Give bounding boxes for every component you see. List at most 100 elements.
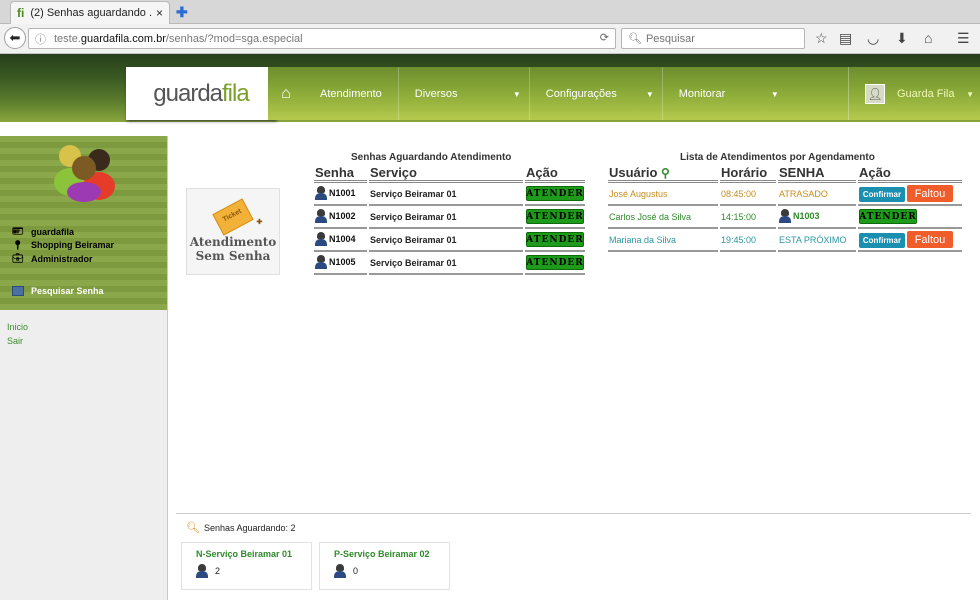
reload-icon[interactable]: ⟳	[600, 31, 609, 44]
table-row: Mariana da Silva 19:45:00 ESTA PRÓXIMO Conf…	[608, 229, 962, 252]
menu-configuracoes[interactable]: Configurações ▼	[530, 67, 663, 120]
servico-cell: Serviço Beiramar 01	[369, 206, 523, 229]
url-domain: guardafila.com.br	[80, 32, 166, 45]
reading-list-icon[interactable]: ▤	[839, 30, 852, 47]
menu-diversos[interactable]: Diversos ▼	[399, 67, 530, 120]
atender-button[interactable]: ATENDER	[526, 255, 584, 270]
briefcase-icon: 💼︎	[12, 253, 24, 264]
pesquisar-senha-link[interactable]: Pesquisar Senha	[12, 286, 104, 296]
chevron-down-icon: ▼	[645, 90, 654, 99]
browser-search[interactable]: 🔍︎	[621, 28, 805, 49]
person-icon	[779, 208, 791, 223]
atendimento-sem-senha-button[interactable]: Ticket ✚ Atendimento Sem Senha	[186, 188, 280, 275]
link-sair[interactable]: Sair	[7, 334, 160, 348]
menu-atendimento[interactable]: Atendimento	[304, 67, 399, 120]
person-icon	[315, 231, 327, 246]
sidebar-role: Administrador	[31, 253, 93, 264]
plus-icon: ✚	[256, 219, 263, 227]
tab-title: (2) Senhas aguardando ...	[30, 7, 152, 19]
magnifier-icon: 🔍︎	[186, 522, 200, 534]
id-card-icon: 🪪︎	[12, 226, 24, 237]
chevron-down-icon: ▼	[770, 90, 779, 99]
back-button[interactable]: ⬅	[4, 27, 26, 49]
person-icon	[315, 254, 327, 269]
person-icon	[334, 564, 346, 578]
search-icon: 🔍︎	[628, 33, 642, 45]
avatar: 👤︎	[865, 83, 885, 104]
sidebar-location: Shopping Beiramar	[31, 240, 115, 251]
waiting-table: Senha Serviço Ação N1001 Serviço Beiramar…	[312, 165, 587, 275]
url-path: /senhas/?mod=sga.especial	[165, 32, 303, 45]
browser-tab[interactable]: fi (2) Senhas aguardando ... ×	[10, 1, 170, 24]
download-icon[interactable]: ⬇	[896, 30, 908, 47]
info-icon[interactable]: ⓘ	[35, 31, 46, 47]
table-row: Carlos José da Silva 14:15:00 N1003 ATENDER	[608, 206, 962, 229]
person-icon	[315, 208, 327, 223]
table-row: N1005 Serviço Beiramar 01 ATENDER	[314, 252, 585, 275]
ticket-icon: Ticket ✚	[212, 198, 263, 236]
location-icon: 📍︎	[12, 239, 24, 250]
browser-search-input[interactable]	[645, 32, 796, 45]
close-tab-icon[interactable]: ×	[156, 6, 163, 20]
link-inicio[interactable]: Inicio	[7, 320, 160, 334]
servico-cell: Serviço Beiramar 01	[369, 252, 523, 275]
table-row: N1002 Serviço Beiramar 01 ATENDER	[314, 206, 585, 229]
person-icon	[315, 185, 327, 200]
faltou-button[interactable]: Faltou	[907, 185, 953, 202]
waiting-title: Senhas Aguardando Atendimento	[351, 152, 512, 163]
main-menu: ⌂ Atendimento Diversos ▼ Configurações ▼ M…	[268, 67, 980, 120]
person-icon	[196, 564, 208, 578]
new-tab-icon[interactable]: ✚	[176, 4, 188, 21]
atender-button[interactable]: ATENDER	[526, 186, 584, 201]
divider	[176, 513, 971, 514]
logo[interactable]: guarda fila	[126, 67, 276, 120]
confirmar-button[interactable]: Confirmar	[859, 232, 905, 248]
agendamento-table: Usuário ⚲ Horário SENHA Ação José August…	[606, 165, 964, 252]
url-prefix: teste.	[54, 32, 81, 45]
home-menu-icon[interactable]: ⌂	[268, 85, 304, 103]
atender-button[interactable]: ATENDER	[859, 209, 917, 224]
senha-cell: N1005	[315, 254, 356, 269]
search-icon[interactable]: ⚲	[661, 166, 670, 180]
atender-button[interactable]: ATENDER	[526, 232, 584, 247]
servico-cell: Serviço Beiramar 01	[369, 229, 523, 252]
service-card[interactable]: P-Serviço Beiramar 02 0	[319, 542, 450, 590]
horario-cell: 08:45:00	[720, 183, 776, 206]
servico-cell: Serviço Beiramar 01	[369, 183, 523, 206]
chevron-down-icon: ▼	[966, 90, 974, 99]
atender-button[interactable]: ATENDER	[526, 209, 584, 224]
table-row: N1004 Serviço Beiramar 01 ATENDER	[314, 229, 585, 252]
service-card[interactable]: N-Serviço Beiramar 01 2	[181, 542, 312, 590]
pocket-icon[interactable]: ◡	[867, 30, 879, 47]
browser-tabbar: fi (2) Senhas aguardando ... × ✚	[0, 0, 980, 24]
senhas-aguardando: 🔍︎ Senhas Aguardando: 2	[186, 522, 296, 534]
status-cell: ESTA PRÓXIMO	[778, 229, 856, 252]
sidebar-username: guardafila	[31, 226, 75, 237]
senha-cell: N1003	[779, 208, 820, 223]
agendamento-title: Lista de Atendimentos por Agendamento	[680, 152, 875, 163]
users-group-icon	[54, 145, 115, 202]
sidebar: 🪪︎ guardafila 📍︎ Shopping Beiramar 💼︎ Admin…	[0, 136, 168, 600]
senha-cell: N1001	[315, 185, 356, 200]
menu-monitorar[interactable]: Monitorar ▼	[663, 67, 787, 120]
senha-cell: N1004	[315, 231, 356, 246]
confirmar-button[interactable]: Confirmar	[859, 186, 905, 202]
sidebar-profile: 🪪︎ guardafila 📍︎ Shopping Beiramar 💼︎ Admin…	[0, 136, 167, 310]
horario-cell: 19:45:00	[720, 229, 776, 252]
user-name: Guarda Fila	[897, 87, 955, 100]
usuario-cell[interactable]: Mariana da Silva	[608, 229, 718, 252]
home-icon[interactable]: ⌂	[924, 30, 932, 46]
status-cell: ATRASADO	[778, 183, 856, 206]
user-menu[interactable]: 👤︎ Guarda Fila ▼	[848, 67, 980, 120]
faltou-button[interactable]: Faltou	[907, 231, 953, 248]
senha-cell: N1002	[315, 208, 356, 223]
monitor-icon	[12, 286, 24, 296]
sidebar-user-info: 🪪︎ guardafila 📍︎ Shopping Beiramar 💼︎ Admin…	[12, 225, 114, 266]
usuario-cell[interactable]: Carlos José da Silva	[608, 206, 718, 229]
bookmark-star-icon[interactable]: ☆	[815, 30, 828, 47]
url-bar[interactable]: ⓘ teste. guardafila.com.br/senhas/?mod=sg…	[28, 28, 616, 49]
usuario-cell[interactable]: José Augustus	[608, 183, 718, 206]
table-row: José Augustus 08:45:00 ATRASADO Confirmar Fa…	[608, 183, 962, 206]
favicon-icon: fi	[17, 6, 25, 20]
hamburger-menu-icon[interactable]: ☰	[957, 30, 970, 47]
